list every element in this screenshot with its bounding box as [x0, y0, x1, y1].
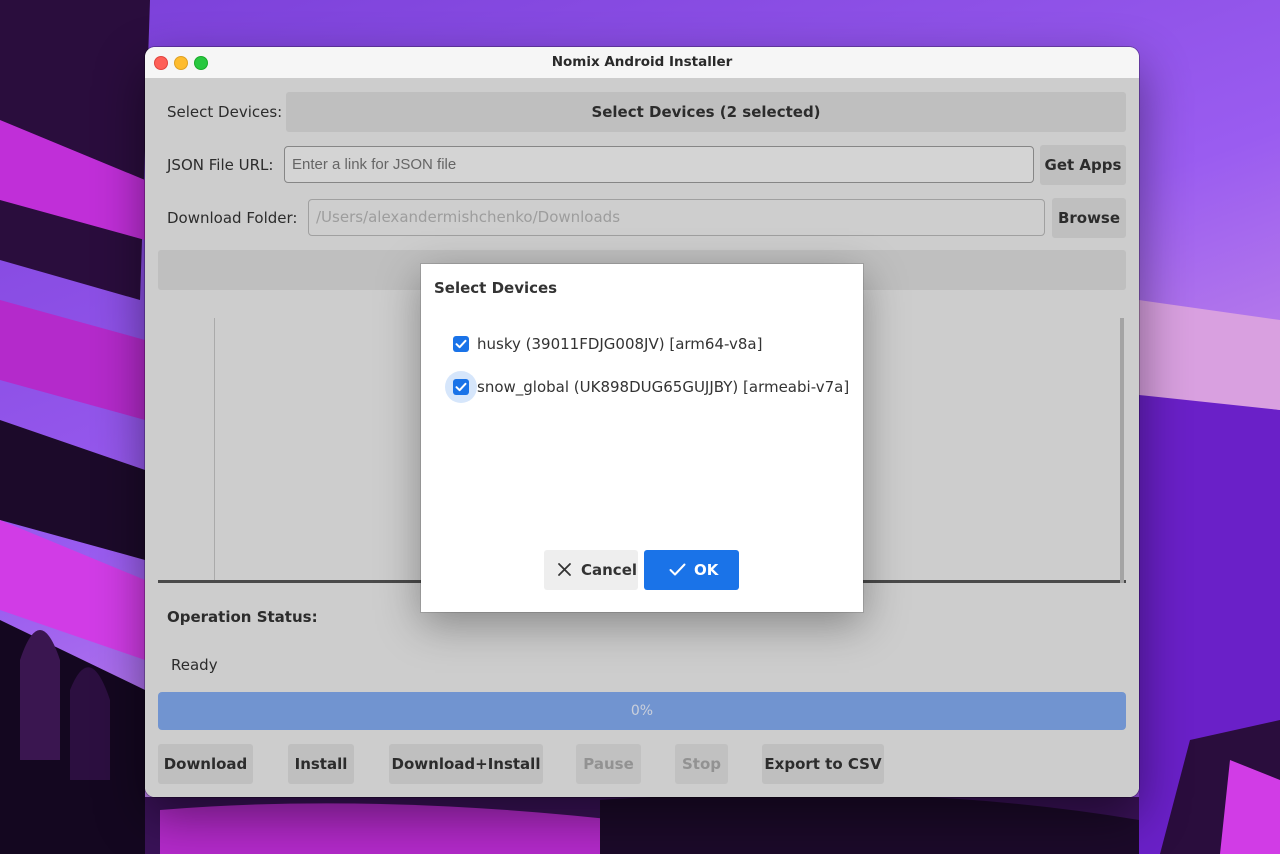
device-label: husky (39011FDJG008JV) [arm64-v8a] [477, 335, 763, 353]
pause-button[interactable]: Pause [576, 744, 641, 784]
vertical-scrollbar[interactable] [1120, 318, 1124, 583]
progress-bar: 0% [158, 692, 1126, 730]
browse-button[interactable]: Browse [1052, 198, 1126, 238]
install-button[interactable]: Install [288, 744, 354, 784]
status-text: Ready [171, 656, 218, 674]
close-icon [558, 563, 571, 576]
window-title: Nomix Android Installer [551, 54, 733, 70]
device-label: snow_global (UK898DUG65GUJJBY) [armeabi-… [477, 378, 850, 396]
checkmark-icon [669, 563, 686, 576]
title-bar: Nomix Android Installer [145, 47, 1139, 79]
operation-status-label: Operation Status: [167, 608, 318, 626]
download-install-button[interactable]: Download+Install [389, 744, 543, 784]
progress-text: 0% [630, 703, 654, 719]
select-devices-dialog: Select Devices husky (39011FDJG008JV) [a… [421, 264, 863, 612]
cancel-button[interactable]: Cancel [544, 550, 638, 590]
get-apps-button[interactable]: Get Apps [1040, 145, 1126, 185]
device-checkbox[interactable] [453, 379, 469, 395]
checkmark-icon [455, 382, 467, 392]
export-csv-button[interactable]: Export to CSV [762, 744, 884, 784]
download-folder-field[interactable]: /Users/alexandermishchenko/Downloads [308, 199, 1045, 236]
cancel-label: Cancel [581, 561, 638, 579]
json-url-label: JSON File URL: [167, 156, 274, 174]
checkmark-icon [455, 339, 467, 349]
json-url-input[interactable] [284, 146, 1034, 183]
select-devices-button[interactable]: Select Devices (2 selected) [286, 92, 1126, 132]
ok-button[interactable]: OK [644, 550, 739, 590]
download-button[interactable]: Download [158, 744, 253, 784]
dialog-title: Select Devices [434, 279, 558, 297]
select-devices-label: Select Devices: [167, 103, 283, 121]
ok-label: OK [694, 561, 719, 579]
device-checkbox[interactable] [453, 336, 469, 352]
column-divider [214, 318, 215, 580]
download-folder-label: Download Folder: [167, 209, 298, 227]
stop-button[interactable]: Stop [675, 744, 728, 784]
